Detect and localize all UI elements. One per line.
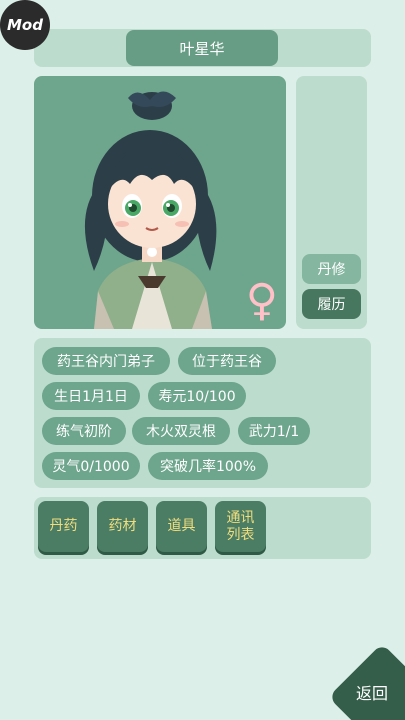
contacts-button[interactable]: 通讯 列表 (215, 501, 266, 552)
contacts-label-line1: 通讯 (226, 509, 255, 526)
back-label: 返回 (356, 684, 389, 703)
action-panel: 丹药 药材 道具 通讯 列表 (34, 497, 371, 559)
female-gender-icon: ♀ (245, 275, 278, 326)
qi-tag: 灵气0/1000 (42, 452, 140, 480)
resume-button[interactable]: 履历 (302, 289, 361, 319)
portrait-panel: ♀ (34, 76, 286, 329)
location-tag: 位于药王谷 (178, 347, 276, 375)
force-tag: 武力1/1 (238, 417, 310, 445)
mod-badge[interactable]: Mod (0, 0, 50, 50)
contacts-label-line2: 列表 (226, 526, 255, 543)
herbs-button[interactable]: 药材 (97, 501, 148, 552)
side-panel: 丹修 履历 (296, 76, 367, 329)
birthday-tag: 生日1月1日 (42, 382, 140, 410)
breakthrough-tag: 突破几率100% (148, 452, 268, 480)
realm-tag: 练气初阶 (42, 417, 126, 445)
back-button[interactable]: 返回 (328, 643, 405, 720)
pills-button[interactable]: 丹药 (38, 501, 89, 552)
lifespan-tag: 寿元10/100 (148, 382, 246, 410)
info-panel: 药王谷内门弟子 位于药王谷 生日1月1日 寿元10/100 练气初阶 木火双灵根… (34, 338, 371, 488)
spirit-root-tag: 木火双灵根 (132, 417, 230, 445)
alchemy-button[interactable]: 丹修 (302, 254, 361, 284)
character-name: 叶星华 (126, 30, 278, 66)
items-button[interactable]: 道具 (156, 501, 207, 552)
sect-tag: 药王谷内门弟子 (42, 347, 170, 375)
